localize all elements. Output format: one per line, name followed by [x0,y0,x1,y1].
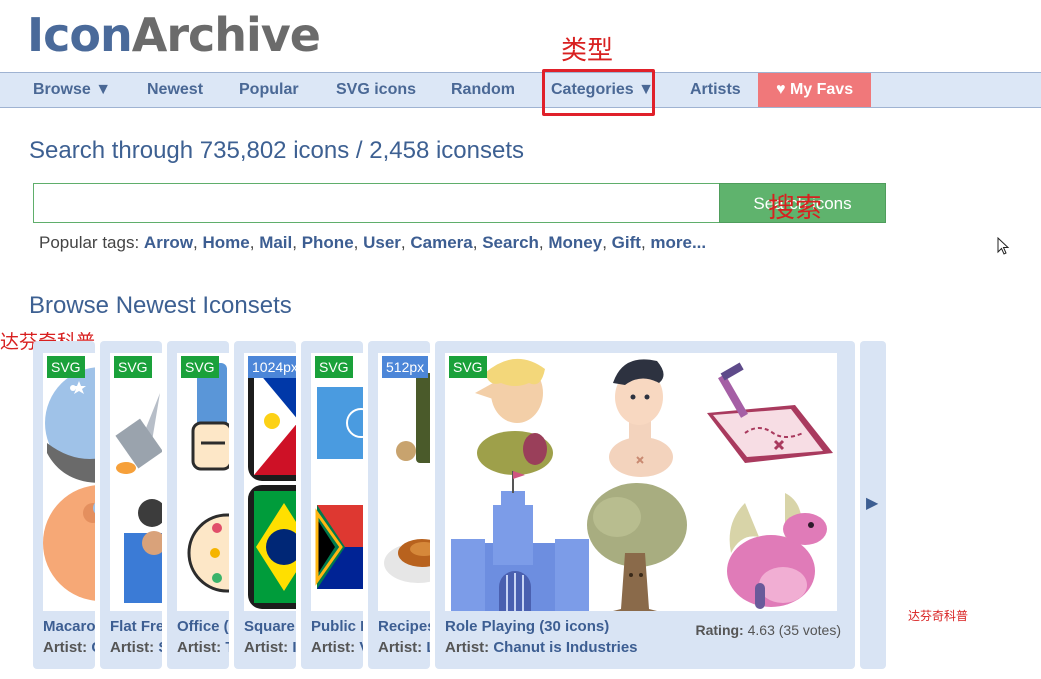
iconset-preview [177,353,229,611]
main-nav: Browse ▼ Newest Popular SVG icons Random… [0,72,1041,108]
tree-icon [587,483,687,611]
popular-tags: Popular tags: Arrow, Home, Mail, Phone, … [39,233,707,252]
iconset-rating: Rating: 4.63 (35 votes) [695,622,842,638]
iconset-artist: Artist: L [378,639,430,656]
nav-svg-icons[interactable]: SVG icons [336,73,416,107]
iconset-card-featured[interactable]: SVG Role Playing (30 icons) Artist: Chan… [435,341,855,669]
tag-link[interactable]: Phone [302,233,354,252]
nav-popular[interactable]: Popular [239,73,299,107]
iconset-title[interactable]: Role Playing (30 icons) [445,618,609,635]
iconset-card[interactable]: 512px Recipes Artist: L [368,341,430,669]
tag-link[interactable]: Gift [612,233,641,252]
treasure-map-icon [707,362,833,463]
iconset-title[interactable]: Flat Fre [110,618,162,635]
iconset-title[interactable]: Office ( [177,618,229,635]
iconset-title[interactable]: Recipes [378,618,430,635]
nav-artists[interactable]: Artists [690,73,741,107]
mouse-cursor-icon [997,237,1010,255]
iconset-preview [445,353,837,611]
logo-part-archive: Archive [131,8,321,62]
tag-link[interactable]: Home [203,233,250,252]
iconset-artist: Artist: I [244,639,296,656]
annotation-leixing: 类型 [561,36,614,66]
iconset-card[interactable]: SVG Office ( Artist: T [167,341,229,669]
format-badge: SVG [315,356,353,378]
iconset-card[interactable]: SVG Macaro Artist: C [33,341,95,669]
flag-icon [315,387,363,589]
annotation-highlight-box [542,69,655,116]
nav-browse[interactable]: Browse ▼ [33,73,111,107]
format-badge: SVG [114,356,152,378]
nav-random[interactable]: Random [451,73,515,107]
planet-icon [43,367,95,601]
iconset-artist: Artist: V [311,639,363,656]
annotation-sousuo: 搜索 [768,193,822,224]
iconset-title[interactable]: Public I [311,618,363,635]
food-icon [384,373,430,583]
search-input[interactable] [33,183,719,223]
iconset-preview [43,353,95,611]
iconset-card[interactable]: 1024px Square Artist: I [234,341,296,669]
iconset-preview [311,353,363,611]
format-badge: 1024px [248,356,296,378]
format-badge: SVG [47,356,85,378]
elf-icon [475,358,553,475]
flag-icon [248,361,296,609]
iconset-preview [378,353,430,611]
site-logo[interactable]: IconArchive [27,8,321,62]
format-badge: SVG [181,356,219,378]
nav-my-favs[interactable]: ♥ My Favs [758,73,872,107]
tag-link[interactable]: Search [482,233,539,252]
search-heading: Search through 735,802 icons / 2,458 ico… [29,137,524,164]
iconset-artist: Artist: C [43,639,95,656]
tag-link[interactable]: Mail [259,233,292,252]
iconset-title[interactable]: Square [244,618,295,635]
tag-more-link[interactable]: more... [650,233,706,252]
office-icon [187,363,229,593]
tag-link[interactable]: Camera [410,233,472,252]
popular-tags-label: Popular tags: [39,233,140,252]
logo-part-icon: Icon [27,8,133,62]
format-badge: SVG [449,356,487,378]
format-badge: 512px [382,356,429,378]
tag-link[interactable]: User [363,233,401,252]
iconset-card[interactable]: SVG Flat Fre Artist: S [100,341,162,669]
role-playing-icons [451,358,833,611]
man-icon [609,359,673,477]
castle-icon [451,471,589,611]
iconset-artist: Artist: S [110,639,162,656]
iconset-preview [244,353,296,611]
tag-link[interactable]: Arrow [144,233,193,252]
iconset-title[interactable]: Macaro [43,618,95,635]
iconset-artist: Artist: T [177,639,229,656]
dragon-icon [727,493,827,609]
carousel-next-icon[interactable]: ▶ [866,493,878,513]
rocket-icon [115,393,162,603]
nav-newest[interactable]: Newest [147,73,203,107]
iconset-artist: Artist: Chanut is Industries [445,639,638,656]
annotation-watermark-2: 达芬奇科普 [908,609,969,623]
newest-heading: Browse Newest Iconsets [29,292,292,319]
iconset-preview [110,353,162,611]
tag-link[interactable]: Money [548,233,602,252]
iconset-card[interactable]: SVG Public I Artist: V [301,341,363,669]
